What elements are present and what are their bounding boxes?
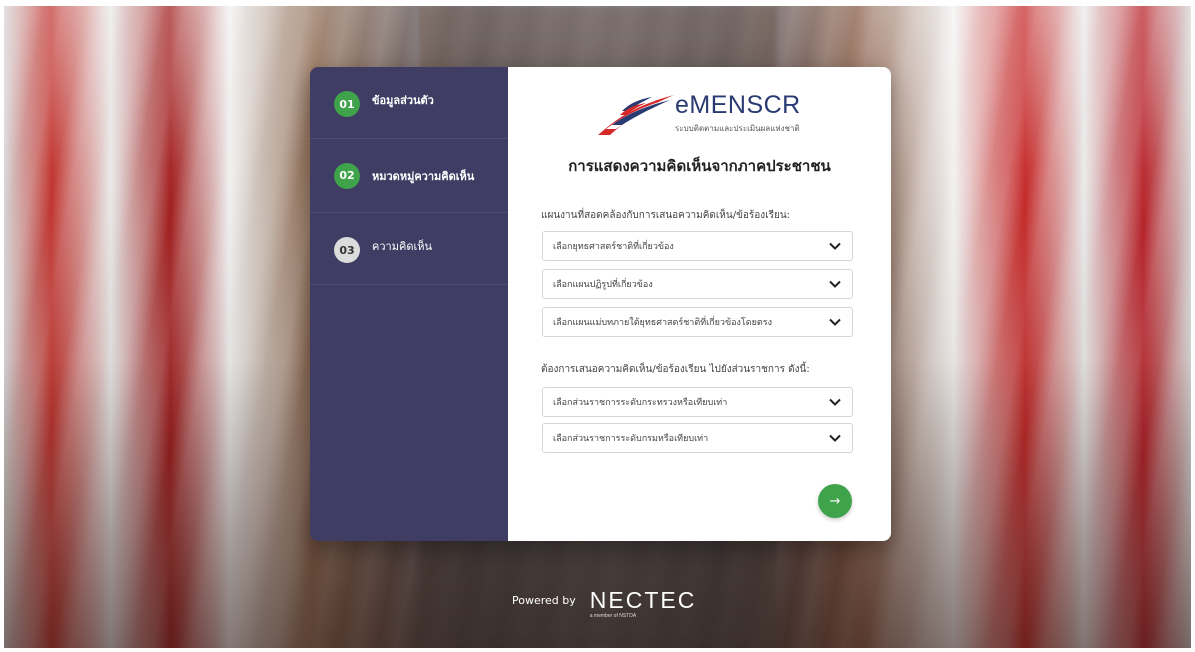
step-sidebar: 01 ข้อมูลส่วนตัว 02 หมวดหมู่ความคิดเห็น … (310, 67, 508, 541)
logo-title: eMENSCR (675, 91, 801, 119)
powered-by-text: Powered by (512, 593, 576, 607)
chevron-down-icon (829, 242, 841, 250)
step-2-number: 02 (334, 162, 360, 189)
comment-form-card: 01 ข้อมูลส่วนตัว 02 หมวดหมู่ความคิดเห็น … (310, 67, 891, 541)
master-plan-select[interactable]: เลือกแผนแม่บทภายใต้ยุทธศาสตร์ชาติที่เกี่… (542, 307, 853, 337)
step-3-number: 03 (334, 237, 360, 263)
nectec-logo-text: NECTEC (589, 586, 697, 613)
reform-plan-select[interactable]: เลือกแผนปฏิรูปที่เกี่ยวข้อง (542, 269, 853, 299)
nectec-logo-subtext: a member of NSTDA (589, 612, 637, 619)
arrow-right-icon: → (829, 493, 841, 509)
step-3-label: ความคิดเห็น (372, 240, 432, 253)
section-plans-label: แผนงานที่สอดคล้องกับการเสนอความคิดเห็น/ข… (541, 210, 791, 221)
step-1[interactable]: 01 ข้อมูลส่วนตัว (310, 67, 508, 139)
step-1-number: 01 (334, 91, 360, 117)
page-title: การแสดงความคิดเห็นจากภาคประชาชน (568, 157, 831, 175)
ministry-select[interactable]: เลือกส่วนราชการระดับกระทรวงหรือเทียบเท่า (542, 387, 853, 417)
reform-plan-select-value: เลือกแผนปฏิรูปที่เกี่ยวข้อง (553, 280, 653, 290)
logo-subtitle: ระบบติดตามและประเมินผลแห่งชาติ (675, 124, 800, 133)
department-select-value: เลือกส่วนราชการระดับกรมหรือเทียบเท่า (553, 434, 709, 444)
national-strategy-select-value: เลือกยุทธศาสตร์ชาติที่เกี่ยวข้อง (553, 242, 674, 252)
chevron-down-icon (829, 434, 841, 442)
chevron-down-icon (829, 280, 841, 288)
thai-flag-swoosh-icon (598, 95, 674, 135)
step-1-label: ข้อมูลส่วนตัว (372, 94, 434, 107)
form-panel: eMENSCR ระบบติดตามและประเมินผลแห่งชาติ ก… (508, 67, 891, 541)
department-select[interactable]: เลือกส่วนราชการระดับกรมหรือเทียบเท่า (542, 423, 853, 453)
nectec-logo: NECTEC a member of NSTDA (589, 586, 697, 619)
national-strategy-select[interactable]: เลือกยุทธศาสตร์ชาติที่เกี่ยวข้อง (542, 231, 853, 261)
section-agencies-label: ต้องการเสนอความคิดเห็น/ข้อร้องเรียน ไปยั… (541, 364, 810, 375)
step-2[interactable]: 02 หมวดหมู่ความคิดเห็น (310, 139, 508, 213)
master-plan-select-value: เลือกแผนแม่บทภายใต้ยุทธศาสตร์ชาติที่เกี่… (553, 318, 772, 328)
next-button[interactable]: → (818, 484, 852, 518)
chevron-down-icon (829, 398, 841, 406)
ministry-select-value: เลือกส่วนราชการระดับกระทรวงหรือเทียบเท่า (553, 398, 728, 408)
footer: Powered by NECTEC a member of NSTDA (512, 580, 696, 620)
step-3[interactable]: 03 ความคิดเห็น (310, 213, 508, 285)
emenscr-logo: eMENSCR ระบบติดตามและประเมินผลแห่งชาติ (596, 89, 816, 139)
chevron-down-icon (829, 318, 841, 326)
step-2-label: หมวดหมู่ความคิดเห็น (372, 169, 475, 183)
